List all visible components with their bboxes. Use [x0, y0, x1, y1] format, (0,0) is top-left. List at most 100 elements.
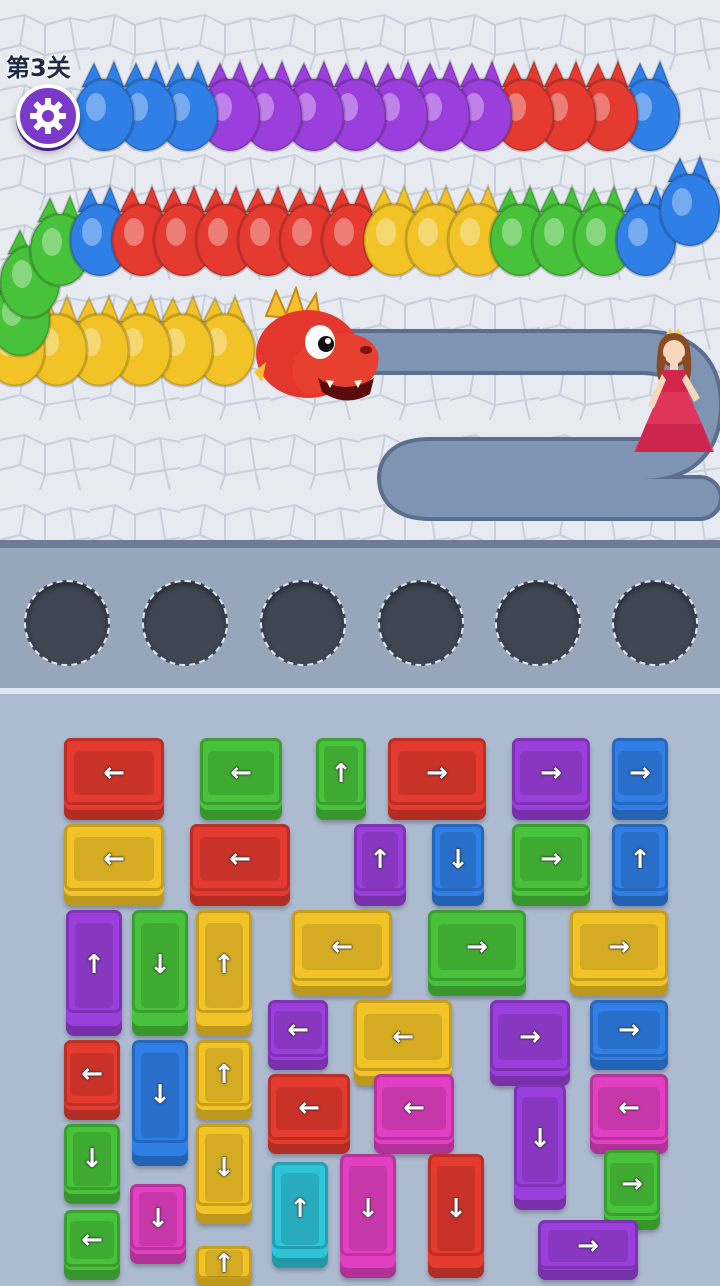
- arrow-down-icon: ↓: [147, 1204, 169, 1235]
- arrow-box-yellow[interactable]: ←: [64, 824, 164, 906]
- arrow-box-green[interactable]: ↓: [64, 1124, 120, 1204]
- arrow-up-icon: ↑: [213, 1248, 235, 1279]
- box-face: →: [597, 1011, 661, 1049]
- box-face: ←: [74, 751, 154, 796]
- arrow-box-red[interactable]: ←: [64, 1040, 120, 1120]
- arrow-box-yellow[interactable]: →: [570, 910, 668, 996]
- dragon-body-segment: [72, 58, 136, 153]
- box-face: ←: [597, 1086, 661, 1130]
- box-face: →: [548, 1229, 628, 1262]
- arrow-up-icon: ↑: [83, 950, 105, 981]
- arrow-down-icon: ↓: [149, 950, 171, 981]
- arrow-right-icon: →: [618, 1015, 640, 1046]
- arrow-down-icon: ↓: [445, 1193, 467, 1224]
- arrow-down-icon: ↓: [81, 1144, 103, 1175]
- arrow-left-icon: ←: [103, 844, 125, 875]
- arrow-left-icon: ←: [230, 758, 252, 789]
- box-face: →: [519, 837, 583, 882]
- box-face: ↓: [140, 1052, 180, 1139]
- arrow-box-purple[interactable]: ↑: [354, 824, 406, 906]
- arrow-box-blue[interactable]: →: [612, 738, 668, 820]
- arrow-box-yellow[interactable]: ↑: [196, 910, 252, 1036]
- arrow-box-yellow[interactable]: ↓: [196, 1124, 252, 1224]
- dragon-body-segment: [658, 153, 720, 248]
- arrow-right-icon: →: [608, 931, 630, 962]
- arrow-box-red[interactable]: ←: [64, 738, 164, 820]
- empty-slot: [495, 580, 581, 666]
- arrow-box-cyan[interactable]: ↑: [272, 1162, 328, 1268]
- arrow-left-icon: ←: [229, 844, 251, 875]
- arrow-box-pink[interactable]: ↓: [130, 1184, 186, 1264]
- arrow-down-icon: ↓: [529, 1124, 551, 1155]
- slot-bar: [0, 548, 720, 690]
- arrow-box-green[interactable]: →: [604, 1150, 660, 1230]
- arrow-box-red[interactable]: ←: [190, 824, 290, 906]
- box-face: ↑: [324, 746, 358, 802]
- board-divider: [0, 540, 720, 548]
- arrow-box-pink[interactable]: ←: [590, 1074, 668, 1154]
- box-face: →: [498, 1013, 562, 1061]
- arrow-box-red[interactable]: ↓: [428, 1154, 484, 1278]
- arrow-right-icon: →: [577, 1230, 599, 1261]
- arrow-right-icon: →: [519, 1021, 541, 1052]
- arrow-down-icon: ↓: [357, 1193, 379, 1224]
- box-face: ↓: [436, 1166, 476, 1251]
- arrow-box-yellow[interactable]: ←: [292, 910, 392, 996]
- box-face: ↑: [362, 832, 398, 888]
- arrow-box-purple[interactable]: →: [512, 738, 590, 820]
- arrow-box-purple[interactable]: →: [538, 1220, 638, 1280]
- arrow-box-blue[interactable]: ↓: [132, 1040, 188, 1166]
- level-label: 第3关: [6, 54, 71, 82]
- arrow-box-green[interactable]: →: [512, 824, 590, 906]
- box-face: ←: [382, 1086, 446, 1130]
- box-face: ↓: [522, 1096, 558, 1183]
- arrow-box-green[interactable]: ←: [64, 1210, 120, 1280]
- box-face: ←: [274, 1011, 322, 1049]
- box-face: ↑: [204, 1048, 244, 1103]
- box-face: →: [579, 923, 659, 971]
- arrow-down-icon: ↓: [447, 845, 469, 876]
- arrow-up-icon: ↑: [629, 845, 651, 876]
- settings-button[interactable]: [16, 84, 80, 148]
- box-face: ←: [69, 1221, 115, 1259]
- box-face: ↑: [620, 832, 660, 888]
- arrow-box-purple[interactable]: ↑: [66, 910, 122, 1036]
- arrow-box-yellow[interactable]: ↑: [196, 1246, 252, 1286]
- arrow-right-icon: →: [466, 931, 488, 962]
- arrow-box-pink[interactable]: ←: [374, 1074, 454, 1154]
- arrow-box-pink[interactable]: ↓: [340, 1154, 396, 1278]
- arrow-box-green[interactable]: ↓: [132, 910, 188, 1036]
- game-board: 第3关: [0, 0, 720, 540]
- empty-slot: [378, 580, 464, 666]
- arrow-up-icon: ↑: [289, 1193, 311, 1224]
- arrow-box-purple[interactable]: ↓: [514, 1084, 566, 1210]
- box-face: ←: [200, 837, 280, 882]
- arrow-box-green[interactable]: ←: [200, 738, 282, 820]
- box-face: ←: [363, 1013, 443, 1061]
- box-face: ←: [208, 751, 274, 796]
- arrow-left-icon: ←: [287, 1015, 309, 1046]
- arrow-right-icon: →: [540, 758, 562, 789]
- arrow-box-blue[interactable]: ↓: [432, 824, 484, 906]
- arrow-box-red[interactable]: ←: [268, 1074, 350, 1154]
- box-face: →: [617, 751, 663, 796]
- arrow-box-blue[interactable]: ↑: [612, 824, 668, 906]
- arrow-left-icon: ←: [331, 931, 353, 962]
- arrow-box-yellow[interactable]: ↑: [196, 1040, 252, 1120]
- dragon-head-icon: [254, 286, 379, 401]
- arrow-box-purple[interactable]: →: [490, 1000, 570, 1086]
- box-face: ↓: [72, 1132, 112, 1187]
- box-face: ←: [74, 837, 154, 882]
- arrow-left-icon: ←: [298, 1093, 320, 1124]
- box-face: ↓: [440, 832, 476, 888]
- box-grid: ← ← ↑ → → → ← ← ↑ ↓ → ↑ ↑ ↓ ↑ ← → → ← ← → → ← ↓ ↑ ← ← ↓ ← ↓ ↓ → ↓ ↑ ↓ ↓ ← ↑ →: [0, 694, 720, 1286]
- arrow-box-green[interactable]: ↑: [316, 738, 366, 820]
- arrow-left-icon: ←: [81, 1225, 103, 1256]
- arrow-box-green[interactable]: →: [428, 910, 526, 996]
- box-face: ←: [69, 1052, 115, 1096]
- arrow-box-blue[interactable]: →: [590, 1000, 668, 1070]
- arrow-box-red[interactable]: →: [388, 738, 486, 820]
- box-face: ←: [302, 923, 382, 971]
- empty-slot: [612, 580, 698, 666]
- arrow-box-purple[interactable]: ←: [268, 1000, 328, 1070]
